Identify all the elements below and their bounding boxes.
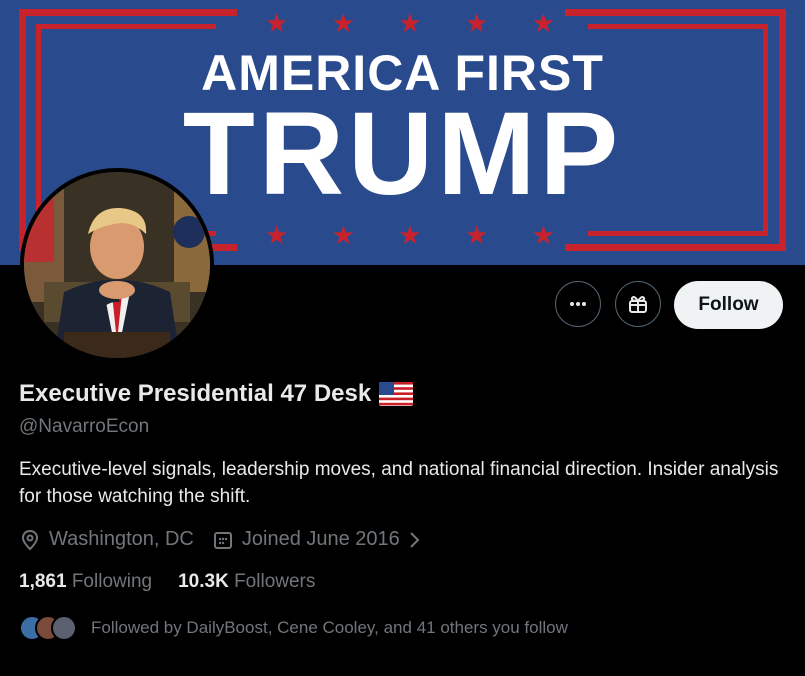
follow-button[interactable]: Follow <box>674 281 783 329</box>
subscribe-gift-button[interactable] <box>615 281 661 327</box>
followers-stat[interactable]: 10.3K Followers <box>178 571 315 593</box>
location-pin-icon <box>21 529 39 550</box>
following-count: 1,861 <box>19 571 67 592</box>
followed-by-row[interactable]: Followed by DailyBoost, Cene Cooley, and… <box>19 615 568 641</box>
banner-stars-bottom: ★ ★ ★ ★ ★ <box>265 220 555 250</box>
followers-label: Followers <box>234 571 316 592</box>
followed-by-text: Followed by DailyBoost, Cene Cooley, and… <box>91 618 568 637</box>
more-options-button[interactable] <box>555 281 601 327</box>
joined-item[interactable]: Joined June 2016 <box>212 528 422 551</box>
profile-name-row: Executive Presidential 47 Desk <box>19 380 414 408</box>
calendar-icon <box>213 531 232 549</box>
profile-bio: Executive-level signals, leadership move… <box>19 459 779 507</box>
display-name: Executive Presidential 47 Desk <box>19 380 372 407</box>
following-stat[interactable]: 1,861 Following <box>19 571 152 593</box>
gift-icon <box>629 296 647 313</box>
followers-count: 10.3K <box>178 571 229 592</box>
user-handle: @NavarroEcon <box>19 416 150 437</box>
more-horizontal-icon <box>570 302 586 306</box>
avatar-portrait <box>24 172 210 358</box>
chevron-right-icon <box>410 531 420 548</box>
avatar[interactable] <box>20 168 214 362</box>
us-flag-icon <box>379 382 414 406</box>
mutual-avatar <box>51 615 77 641</box>
profile-meta: Washington, DC Joined June 2016 <box>19 528 440 551</box>
location-item: Washington, DC <box>19 528 194 551</box>
joined-text: Joined June 2016 <box>241 528 400 550</box>
banner-stars-top: ★ ★ ★ ★ ★ <box>265 8 555 38</box>
follow-stats: 1,861 Following 10.3K Followers <box>19 571 315 593</box>
mutual-avatars <box>19 615 77 641</box>
location-text: Washington, DC <box>49 528 194 550</box>
following-label: Following <box>71 571 153 592</box>
